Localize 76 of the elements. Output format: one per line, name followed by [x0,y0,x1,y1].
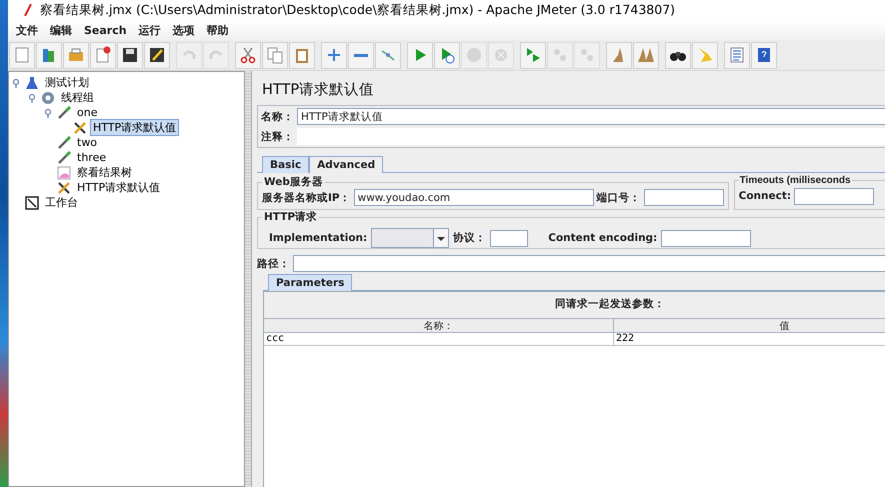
toolbar-button[interactable] [117,42,143,68]
tab[interactable]: Basic [262,156,310,173]
protocol-field[interactable] [490,230,528,246]
implementation-label: Implementation: [269,232,368,244]
server-field[interactable]: www.youdao.com [354,189,594,206]
path-field[interactable] [293,255,885,272]
minus-icon [354,54,368,56]
help-book-icon [755,46,773,64]
caret-down-icon[interactable] [433,229,448,247]
encoding-field[interactable] [661,230,752,246]
tree-item[interactable]: HTTP请求默认值 [90,119,180,136]
toolbar-button[interactable] [665,42,691,68]
clipboard-icon [293,46,311,64]
tab[interactable]: Advanced [309,156,384,173]
wrench-screwdriver-icon [73,120,87,134]
workbench-icon [25,196,39,210]
expand-handle-icon[interactable] [12,78,22,88]
tree-item[interactable]: 测试计划 [42,74,92,91]
menu-item[interactable]: 文件 [10,22,44,38]
expand-handle-icon[interactable] [44,108,54,118]
tree-item[interactable]: HTTP请求默认值 [74,179,164,196]
copy-icon [266,46,284,64]
double-play-icon [524,46,542,64]
name-field[interactable]: HTTP请求默认值 [297,108,885,125]
fieldset-legend: HTTP请求 [262,210,320,224]
tree-item[interactable]: one [74,105,100,120]
plus-icon [325,46,343,64]
blank-page-icon [13,46,31,64]
gear-icon [41,90,55,104]
folder-icon [67,46,85,64]
table-caption: 同请求一起发送参数： [264,292,885,318]
tree-item[interactable]: two [74,135,100,150]
menu-item[interactable]: 编辑 [44,22,78,38]
list-icon [728,46,746,64]
column-header: 名称： [264,318,614,333]
pipette-icon [57,106,71,120]
fieldset-legend: Web服务器 [262,175,325,189]
page-close-icon [94,46,112,64]
stop-cross-icon [492,46,510,64]
table-cell[interactable]: ccc [264,333,614,346]
menu-item[interactable]: 运行 [132,22,167,38]
window-title: 察看结果树.jmx (C:\Users\Administrator\Desktop\code\察看结果树.jmx) - Apache JMeter (3.0 r1743807) [40,2,676,18]
chart-icon [57,166,71,180]
tree-item[interactable]: 察看结果树 [74,164,135,181]
panel-title: HTTP请求默认值 [262,81,376,99]
flask-icon [25,76,39,90]
tree-item[interactable]: three [74,150,110,165]
expand-handle-icon[interactable] [28,92,38,102]
encoding-label: Content encoding: [548,232,658,244]
comment-label: 注释： [261,130,294,144]
name-label: 名称： [261,110,294,124]
wrench-screwdriver-icon [57,180,71,194]
toolbar-button[interactable] [144,42,170,68]
tab[interactable]: Parameters [268,274,352,291]
path-label: 路径： [257,256,290,270]
pipette-icon [57,136,71,150]
stop-icon [465,46,483,64]
port-label: 端口号： [596,190,641,204]
connect-label: Connect: [738,190,792,202]
column-header: 值 [614,318,885,333]
protocol-label: 协议： [453,231,486,245]
tree-item[interactable]: 线程组 [58,89,97,106]
menu-item[interactable]: 选项 [166,22,201,38]
server-label: 服务器名称或IP： [262,190,351,204]
menu-item[interactable]: Search [78,24,133,36]
connect-field[interactable] [794,188,874,204]
dots-icon [551,46,569,64]
port-field[interactable] [644,189,724,206]
pipette-icon [57,150,71,164]
scissors-icon [239,46,257,64]
fieldset-legend: Timeouts (milliseconds [738,175,852,186]
floppy-pencil-icon [148,46,166,64]
tree-item[interactable]: 工作台 [42,194,81,211]
menu-item[interactable]: 帮助 [200,22,235,38]
dots-icon [578,46,596,64]
table-cell[interactable]: 222 [614,333,885,346]
